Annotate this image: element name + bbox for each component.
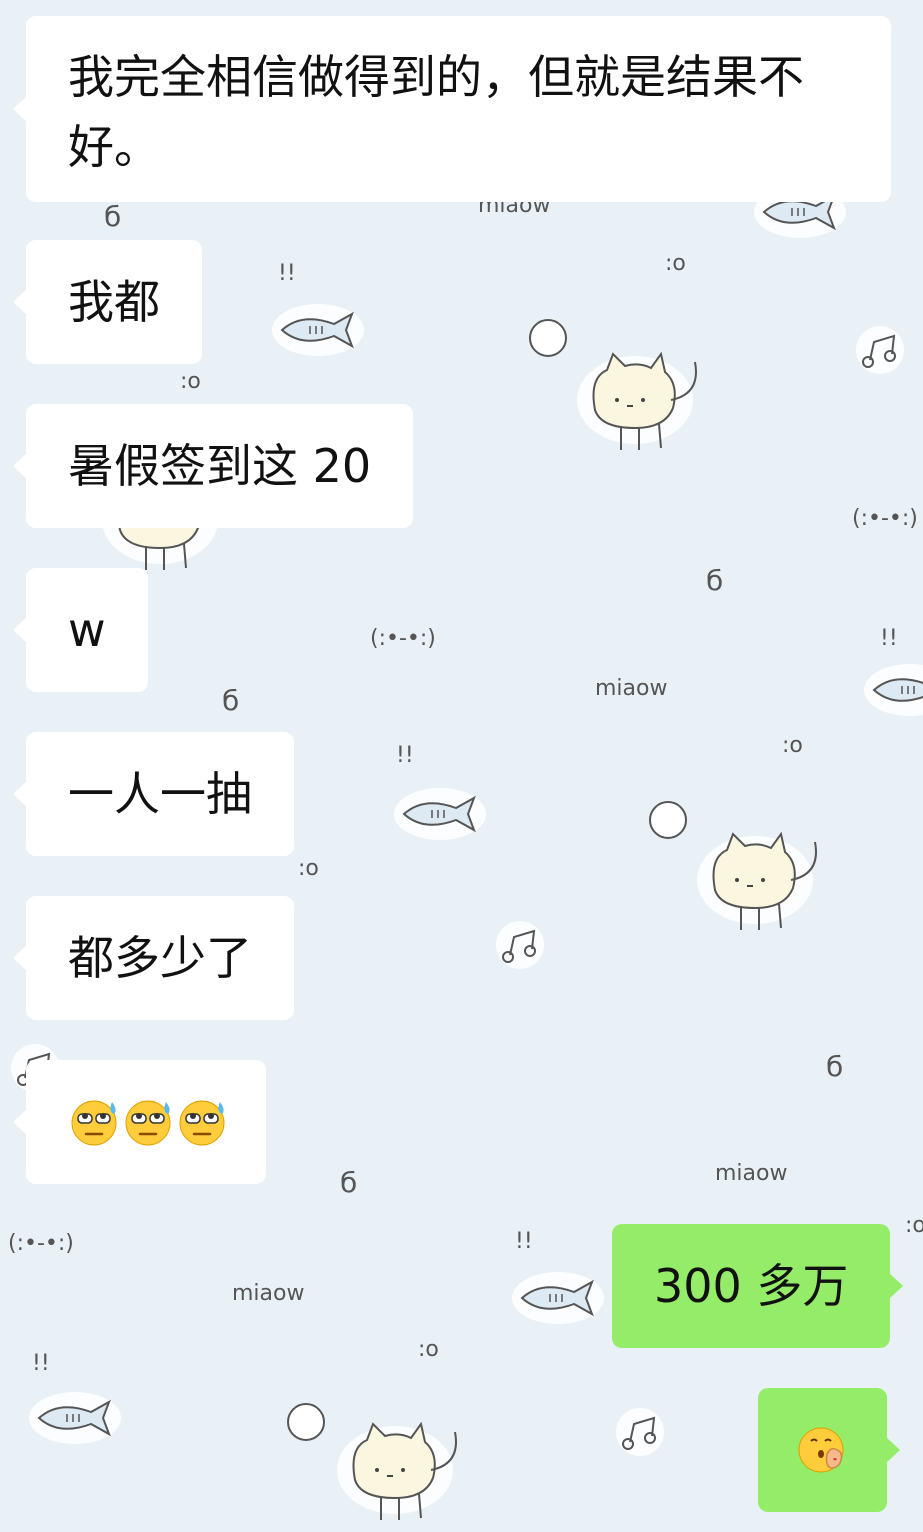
- message-bubble-incoming[interactable]: 我完全相信做得到的，但就是结果不好。: [13, 16, 891, 202]
- message-bubble-outgoing[interactable]: [758, 1388, 900, 1512]
- svg-text::o: :o: [298, 856, 319, 881]
- svg-text:б: б: [826, 1050, 843, 1083]
- cold-sweat-eye-roll-emoji: [125, 1100, 171, 1146]
- message-text: 300 多万: [654, 1259, 849, 1313]
- message-bubble-incoming[interactable]: [13, 1060, 266, 1184]
- cold-sweat-eye-roll-emoji: [71, 1100, 117, 1146]
- emoji-group: [68, 1096, 228, 1148]
- svg-text:!!: !!: [515, 1229, 533, 1254]
- svg-text::o: :o: [905, 1213, 923, 1238]
- message-bubble-incoming[interactable]: w: [13, 568, 148, 692]
- blowing-kiss-hand-emoji: [798, 1427, 843, 1473]
- svg-text:!!: !!: [880, 626, 898, 651]
- svg-text:!!: !!: [32, 1351, 50, 1376]
- svg-text::o: :o: [665, 251, 686, 276]
- svg-text::o: :o: [782, 733, 803, 758]
- svg-text:б: б: [104, 200, 121, 233]
- message-text: 都多少了: [68, 931, 252, 985]
- svg-text:miaow: miaow: [232, 1281, 304, 1306]
- message-text: 我完全相信做得到的，但就是结果不好。: [68, 50, 804, 174]
- svg-text:б: б: [340, 1166, 357, 1199]
- svg-text:(:•-•:): (:•-•:): [852, 506, 918, 531]
- svg-text:!!: !!: [278, 261, 296, 286]
- message-bubble-incoming[interactable]: 一人一抽: [13, 732, 294, 856]
- message-text: 我都: [68, 275, 160, 329]
- message-bubble-outgoing[interactable]: 300 多万: [612, 1224, 904, 1348]
- svg-text:(:•-•:): (:•-•:): [370, 626, 436, 651]
- svg-text::o: :o: [180, 369, 201, 394]
- svg-text::o: :o: [418, 1337, 439, 1362]
- message-text: w: [68, 603, 106, 657]
- svg-text:!!: !!: [396, 743, 414, 768]
- cold-sweat-eye-roll-emoji: [179, 1100, 225, 1146]
- svg-text:miaow: miaow: [595, 676, 667, 701]
- svg-text:б: б: [222, 684, 239, 717]
- message-text: 一人一抽: [68, 767, 252, 821]
- svg-text:б: б: [706, 564, 723, 597]
- svg-text:miaow: miaow: [715, 1161, 787, 1186]
- message-text: 暑假签到这 20: [68, 439, 372, 493]
- message-bubble-incoming[interactable]: 我都: [13, 240, 202, 364]
- message-bubble-incoming[interactable]: 都多少了: [13, 896, 294, 1020]
- message-bubble-incoming[interactable]: 暑假签到这 20: [12, 404, 414, 528]
- svg-text:(:•-•:): (:•-•:): [8, 1231, 74, 1256]
